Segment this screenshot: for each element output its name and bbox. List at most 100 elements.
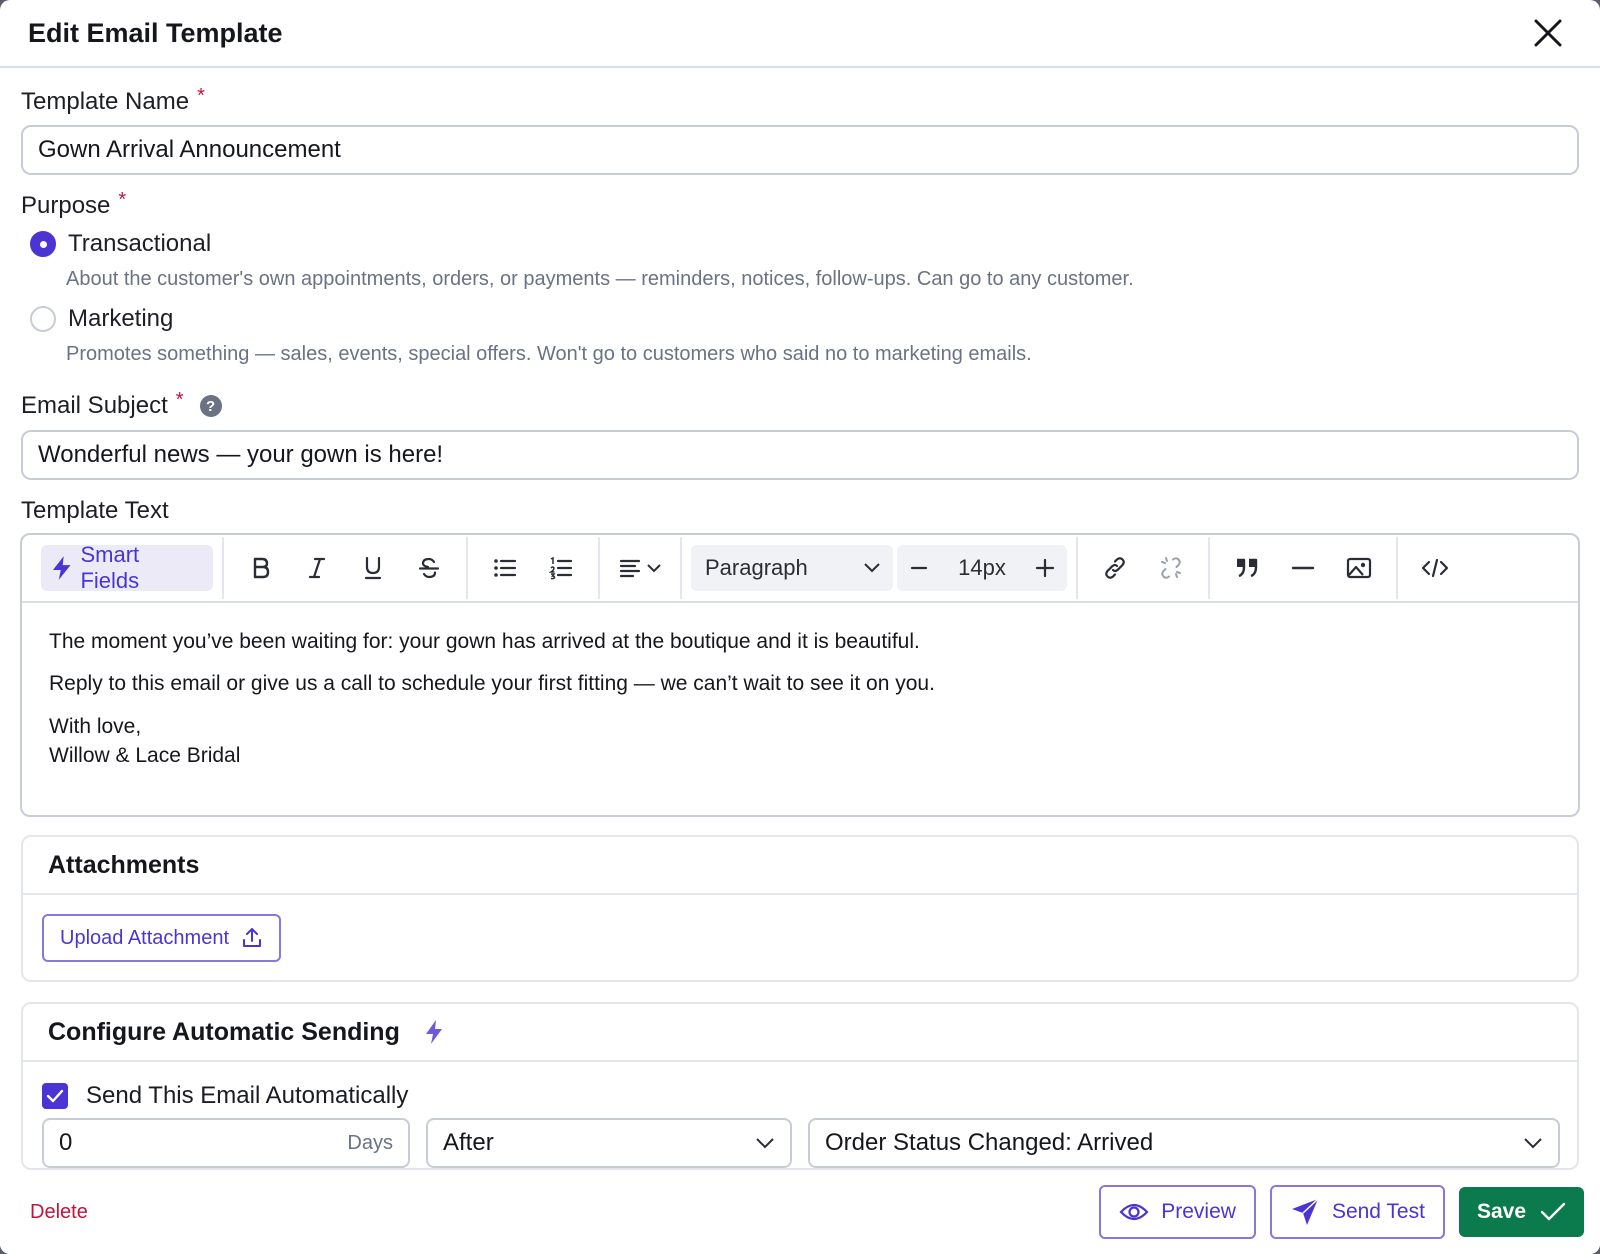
underline-icon	[364, 556, 382, 580]
font-size-value[interactable]: 14px	[958, 555, 1006, 581]
close-button[interactable]	[1530, 15, 1566, 51]
days-value: 0	[59, 1129, 73, 1156]
required-marker: *	[118, 188, 127, 211]
send-test-label: Send Test	[1331, 1200, 1425, 1223]
purpose-option-transactional[interactable]: Transactional	[30, 230, 1579, 258]
bold-button[interactable]	[233, 545, 289, 591]
purpose-label-text: Purpose	[21, 192, 111, 219]
days-suffix: Days	[347, 1131, 393, 1154]
auto-send-toggle-row[interactable]: Send This Email Automatically	[23, 1062, 1577, 1110]
source-code-button[interactable]	[1407, 545, 1463, 591]
blockquote-button[interactable]	[1219, 545, 1275, 591]
strikethrough-button[interactable]	[401, 545, 457, 591]
italic-icon	[308, 557, 326, 579]
send-automatically-checkbox[interactable]	[42, 1083, 68, 1109]
checkmark-icon	[46, 1089, 64, 1103]
chevron-down-icon	[756, 1138, 774, 1149]
plus-icon	[1035, 558, 1055, 578]
horizontal-rule-button[interactable]	[1275, 545, 1331, 591]
decrease-font-size-button[interactable]	[903, 548, 935, 588]
editor-toolbar: Smart Fields Paragraph 14px	[22, 535, 1578, 603]
close-icon	[1534, 19, 1562, 47]
email-subject-label-text: Email Subject	[21, 392, 168, 419]
horizontal-rule-icon	[1291, 566, 1315, 570]
save-button[interactable]: Save	[1458, 1187, 1584, 1237]
rich-text-editor: Smart Fields Paragraph 14px The moment y…	[20, 533, 1580, 817]
radio-transactional[interactable]	[30, 231, 56, 257]
footer-actions: Preview Send Test Save	[1099, 1185, 1584, 1239]
smart-fields-label: Smart Fields	[80, 542, 140, 593]
template-name-input[interactable]: Gown Arrival Announcement	[21, 125, 1579, 175]
toolbar-divider	[222, 537, 224, 599]
underline-button[interactable]	[345, 545, 401, 591]
radio-marketing[interactable]	[30, 306, 56, 332]
required-marker: *	[197, 84, 205, 107]
days-input[interactable]: 0 Days	[42, 1118, 410, 1168]
lightning-icon	[425, 1020, 442, 1044]
toolbar-divider	[466, 537, 468, 599]
attachments-body: Upload Attachment	[23, 895, 1577, 980]
save-label: Save	[1476, 1200, 1526, 1223]
delete-button[interactable]: Delete	[30, 1201, 88, 1224]
lightning-icon	[52, 556, 71, 580]
automatic-sending-section: Configure Automatic Sending Send This Em…	[21, 1002, 1579, 1170]
unlink-icon	[1161, 557, 1181, 579]
editor-paragraph: With love,	[49, 714, 142, 738]
template-text-label-text: Template Text	[21, 497, 169, 524]
preview-label: Preview	[1161, 1200, 1236, 1223]
template-name-label: Template Name *	[21, 84, 1579, 116]
strikethrough-icon	[418, 557, 440, 579]
chevron-down-icon	[864, 563, 880, 573]
trigger-value: Order Status Changed: Arrived	[825, 1129, 1154, 1156]
insert-image-button[interactable]	[1331, 545, 1387, 591]
alignment-dropdown[interactable]	[609, 545, 671, 591]
bullet-list-button[interactable]	[477, 545, 533, 591]
increase-font-size-button[interactable]	[1029, 548, 1061, 588]
numbered-list-button[interactable]	[533, 545, 589, 591]
bullet-list-icon	[494, 559, 517, 577]
modal-header: Edit Email Template	[0, 0, 1600, 68]
block-format-select[interactable]: Paragraph	[691, 545, 893, 591]
toolbar-divider	[598, 537, 600, 599]
modal-body: Template Name * Gown Arrival Announcemen…	[0, 68, 1600, 1170]
purpose-label: Purpose *	[21, 188, 1579, 220]
help-icon[interactable]: ?	[199, 395, 222, 417]
timing-select[interactable]: After	[426, 1118, 792, 1168]
insert-link-button[interactable]	[1087, 545, 1143, 591]
automatic-sending-title: Configure Automatic Sending	[48, 1017, 400, 1046]
code-icon	[1421, 558, 1449, 578]
remove-link-button[interactable]	[1143, 545, 1199, 591]
email-subject-label: Email Subject * ?	[21, 389, 1579, 420]
trigger-event-select[interactable]: Order Status Changed: Arrived	[808, 1118, 1560, 1168]
font-size-stepper: 14px	[897, 545, 1067, 591]
radio-label-transactional: Transactional	[68, 230, 212, 257]
template-text-label: Template Text	[21, 497, 1579, 525]
block-format-value: Paragraph	[705, 555, 808, 580]
bold-icon	[253, 557, 270, 579]
automatic-sending-header: Configure Automatic Sending	[23, 1004, 1577, 1062]
email-subject-input[interactable]: Wonderful news — your gown is here!	[21, 430, 1579, 480]
send-test-button[interactable]: Send Test	[1269, 1185, 1445, 1239]
smart-fields-button[interactable]: Smart Fields	[41, 542, 213, 593]
send-automatically-label: Send This Email Automatically	[86, 1082, 409, 1109]
chevron-down-icon	[1524, 1138, 1542, 1149]
checkmark-icon	[1540, 1202, 1566, 1221]
numbered-list-icon	[549, 556, 573, 580]
auto-send-rule-row: 0 Days After Order Status Changed: Arriv…	[23, 1110, 1577, 1168]
email-subject-value: Wonderful news — your gown is here!	[38, 441, 444, 468]
chevron-down-icon	[647, 564, 661, 573]
radio-label-marketing: Marketing	[68, 305, 174, 332]
attachments-title: Attachments	[48, 850, 200, 879]
preview-button[interactable]: Preview	[1099, 1185, 1256, 1239]
purpose-option-marketing[interactable]: Marketing	[30, 305, 1579, 333]
upload-icon	[243, 928, 261, 947]
toolbar-divider	[1208, 537, 1210, 599]
minus-icon	[910, 566, 928, 570]
editor-content[interactable]: The moment you’ve been waiting for: your…	[22, 603, 1578, 815]
upload-attachment-button[interactable]: Upload Attachment	[42, 914, 281, 962]
editor-paragraph: Reply to this email or give us a call to…	[49, 672, 935, 696]
toolbar-divider	[1076, 537, 1078, 599]
eye-icon	[1119, 1203, 1149, 1221]
italic-button[interactable]	[289, 545, 345, 591]
editor-paragraph: Willow & Lace Bridal	[49, 744, 241, 768]
